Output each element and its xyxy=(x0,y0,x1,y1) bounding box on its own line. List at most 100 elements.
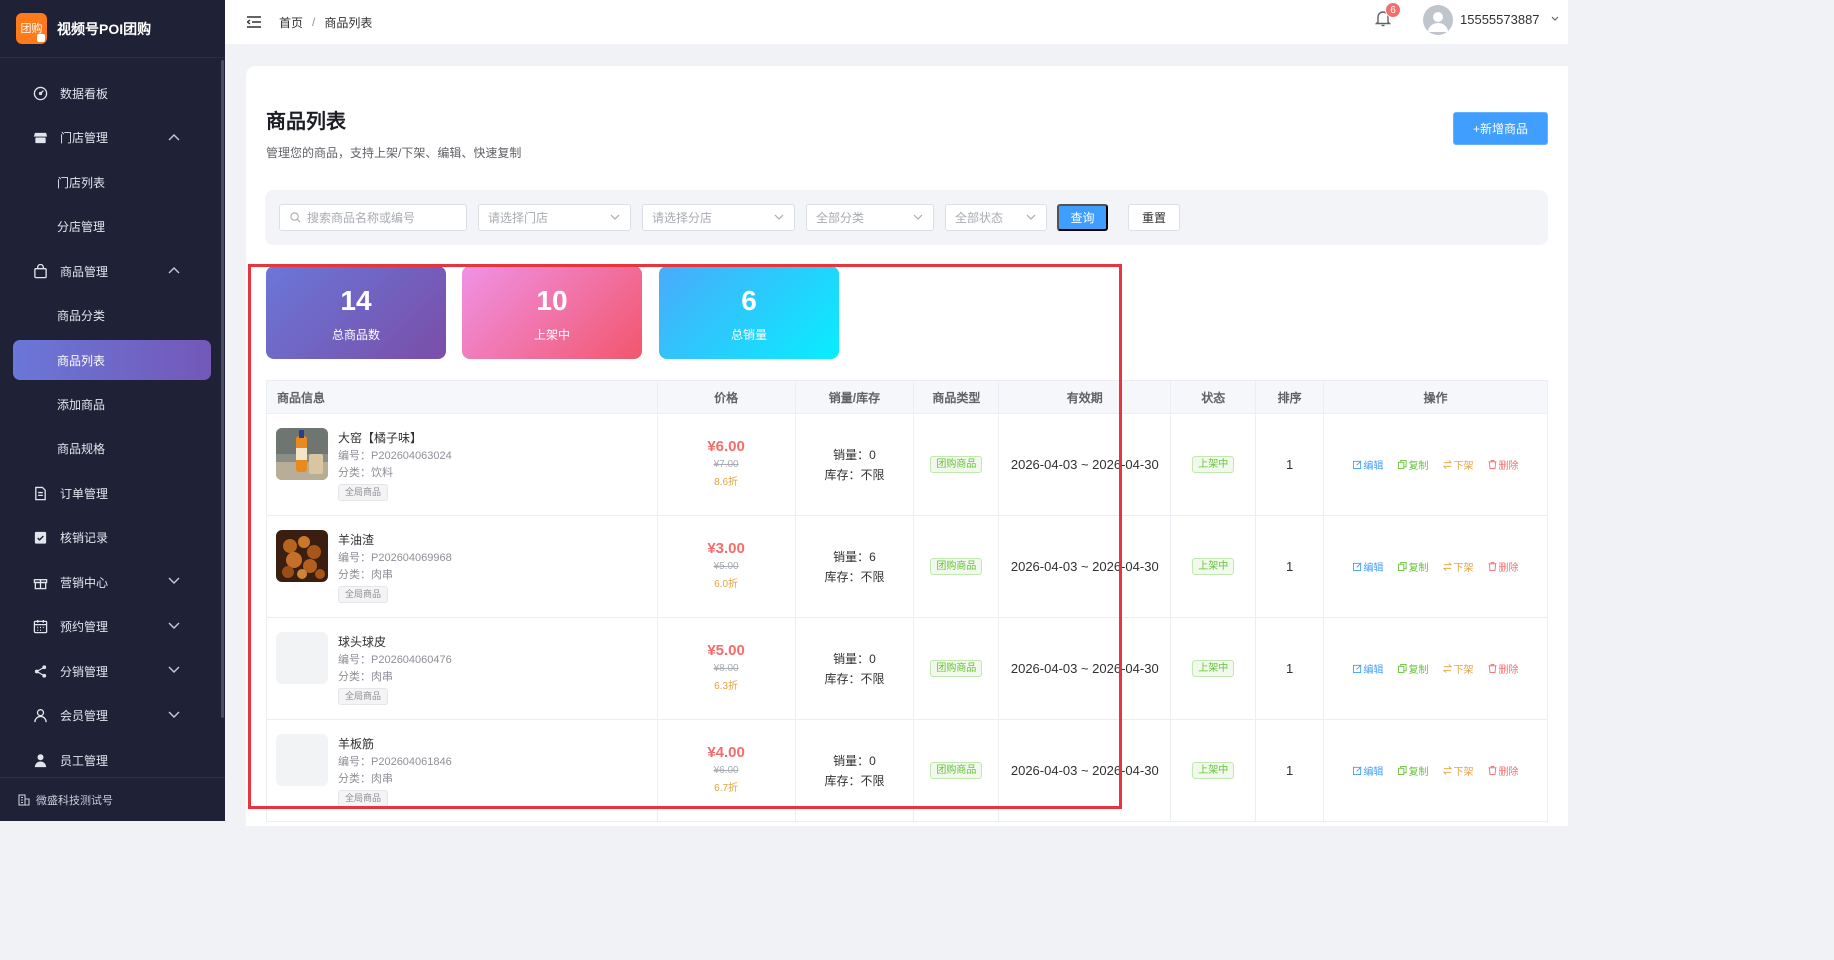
breadcrumb-separator: / xyxy=(312,15,316,29)
product-type-tag: 团购商品 xyxy=(930,660,983,677)
swap-icon xyxy=(1442,766,1452,775)
edit-button[interactable]: 编辑 xyxy=(1352,763,1384,778)
table-row: 球头球皮 编号：P202604060476 分类：肉串 全局商品 ¥5.00 ¥8… xyxy=(266,617,1548,720)
scope-tag: 全局商品 xyxy=(338,586,389,603)
copy-icon xyxy=(1397,562,1407,571)
sidebar-item-product-management[interactable]: 商品管理 xyxy=(0,249,222,294)
add-product-button[interactable]: +新增商品 xyxy=(1453,112,1548,145)
off-shelf-button[interactable]: 下架 xyxy=(1442,457,1474,472)
chevron-down-icon xyxy=(610,214,620,220)
edit-button[interactable]: 编辑 xyxy=(1352,457,1384,472)
account-name: 微盛科技测试号 xyxy=(36,794,113,807)
off-shelf-button[interactable]: 下架 xyxy=(1442,559,1474,574)
product-image-drink[interactable] xyxy=(276,428,328,480)
app-logo-icon: 团购 xyxy=(16,13,47,44)
status-select[interactable]: 全部状态 xyxy=(945,204,1047,231)
username[interactable]: 15555573887 xyxy=(1460,12,1540,27)
sidebar-item-distribution[interactable]: 分销管理 xyxy=(0,649,222,694)
product-category: 分类：饮料 xyxy=(338,467,393,479)
sidebar-item-marketing-center[interactable]: 营销中心 xyxy=(0,560,222,605)
table-row: 羊油渣 编号：P202604069968 分类：肉串 全局商品 ¥3.00 ¥5.… xyxy=(266,515,1548,618)
chevron-down-icon[interactable] xyxy=(1551,16,1559,22)
off-shelf-button[interactable]: 下架 xyxy=(1442,661,1474,676)
stock-count: 库存：不限 xyxy=(824,671,885,686)
sidebar-item-order-management[interactable]: 订单管理 xyxy=(0,471,222,516)
logo[interactable]: 团购 视频号POI团购 xyxy=(0,0,225,58)
trash-icon xyxy=(1487,460,1497,469)
product-image-skewer[interactable] xyxy=(276,530,328,582)
product-image-placeholder[interactable] xyxy=(276,632,328,684)
sidebar-item-reservation[interactable]: 预约管理 xyxy=(0,605,222,650)
breadcrumb-home[interactable]: 首页 xyxy=(279,14,303,31)
column-header: 排序 xyxy=(1255,380,1325,414)
chevron-up-icon xyxy=(168,266,180,274)
top-header: 首页 / 商品列表 6 15555573887 xyxy=(225,0,1568,44)
sidebar-item-store-management[interactable]: 门店管理 xyxy=(0,116,222,161)
product-category: 分类：肉串 xyxy=(338,773,393,785)
sidebar-item-product-list[interactable]: 商品列表 xyxy=(13,340,211,380)
edit-button[interactable]: 编辑 xyxy=(1352,559,1384,574)
off-shelf-button[interactable]: 下架 xyxy=(1442,763,1474,778)
discount: 6.3折 xyxy=(714,681,739,692)
staff-icon xyxy=(32,752,48,768)
copy-button[interactable]: 复制 xyxy=(1397,559,1429,574)
sidebar-item-label: 分店管理 xyxy=(57,220,106,235)
branch-select[interactable]: 请选择分店 xyxy=(642,204,795,231)
copy-button[interactable]: 复制 xyxy=(1397,763,1429,778)
delete-button[interactable]: 删除 xyxy=(1487,457,1519,472)
search-input[interactable]: 搜索商品名称或编号 xyxy=(279,204,467,231)
menu-fold-icon[interactable] xyxy=(247,16,261,28)
sidebar-item-store-list[interactable]: 门店列表 xyxy=(0,160,222,205)
price: ¥4.00 xyxy=(707,744,745,761)
column-header: 有效期 xyxy=(998,380,1172,414)
copy-button[interactable]: 复制 xyxy=(1397,457,1429,472)
sidebar-item-label: 数据看板 xyxy=(60,86,109,101)
product-code: 编号：P202604061846 xyxy=(338,756,452,768)
original-price: ¥6.00 xyxy=(713,765,739,776)
sidebar-item-branch-management[interactable]: 分店管理 xyxy=(0,205,222,250)
gift-icon xyxy=(32,574,48,590)
price: ¥3.00 xyxy=(707,540,745,557)
sidebar-item-verify-records[interactable]: 核销记录 xyxy=(0,516,222,561)
category-select[interactable]: 全部分类 xyxy=(806,204,934,231)
sidebar-item-member[interactable]: 会员管理 xyxy=(0,694,222,739)
sidebar-item-product-category[interactable]: 商品分类 xyxy=(0,294,222,339)
copy-button[interactable]: 复制 xyxy=(1397,661,1429,676)
product-category: 分类：肉串 xyxy=(338,569,393,581)
copy-icon xyxy=(1397,664,1407,673)
category-select-value: 全部分类 xyxy=(816,211,865,225)
delete-button[interactable]: 删除 xyxy=(1487,763,1519,778)
sidebar-item-dashboard[interactable]: 数据看板 xyxy=(0,71,222,116)
sidebar-item-label: 添加商品 xyxy=(57,397,106,412)
sidebar-item-product-spec[interactable]: 商品规格 xyxy=(0,427,222,472)
avatar[interactable] xyxy=(1423,5,1453,35)
delete-button[interactable]: 删除 xyxy=(1487,661,1519,676)
stock-count: 库存：不限 xyxy=(824,467,885,482)
query-button[interactable]: 查询 xyxy=(1057,204,1108,231)
column-header: 价格 xyxy=(656,380,796,414)
sidebar-scrollbar[interactable] xyxy=(221,60,224,718)
sidebar-item-add-product[interactable]: 添加商品 xyxy=(0,382,222,427)
breadcrumb: 首页 / 商品列表 xyxy=(279,14,372,31)
store-select[interactable]: 请选择门店 xyxy=(478,204,631,231)
product-image-placeholder[interactable] xyxy=(276,734,328,786)
product-code: 编号：P202604063024 xyxy=(338,450,452,462)
product-info: 球头球皮 编号：P202604060476 分类：肉串 全局商品 xyxy=(267,632,657,705)
filter-bar: 搜索商品名称或编号 请选择门店 请选择分店 全部分类 全部状态 查询 重置 xyxy=(265,190,1548,245)
edit-icon xyxy=(1352,460,1362,469)
product-name: 羊板筋 xyxy=(338,737,375,751)
app-title: 视频号POI团购 xyxy=(57,20,152,37)
dashboard-icon xyxy=(32,85,48,101)
original-price: ¥5.00 xyxy=(713,561,739,572)
row-actions: 编辑 复制 下架 删除 xyxy=(1324,763,1547,778)
stat-label: 总销量 xyxy=(730,328,767,342)
delete-button[interactable]: 删除 xyxy=(1487,559,1519,574)
edit-button[interactable]: 编辑 xyxy=(1352,661,1384,676)
stat-card-on-shelf: 10 上架中 xyxy=(462,266,642,359)
reset-button[interactable]: 重置 xyxy=(1128,204,1180,231)
sidebar-item-staff[interactable]: 员工管理 xyxy=(0,738,222,783)
search-placeholder: 搜索商品名称或编号 xyxy=(307,211,416,225)
validity-period: 2026-04-03 ~ 2026-04-30 xyxy=(1010,763,1159,778)
stock-count: 库存：不限 xyxy=(824,569,885,584)
chevron-down-icon xyxy=(913,214,923,220)
